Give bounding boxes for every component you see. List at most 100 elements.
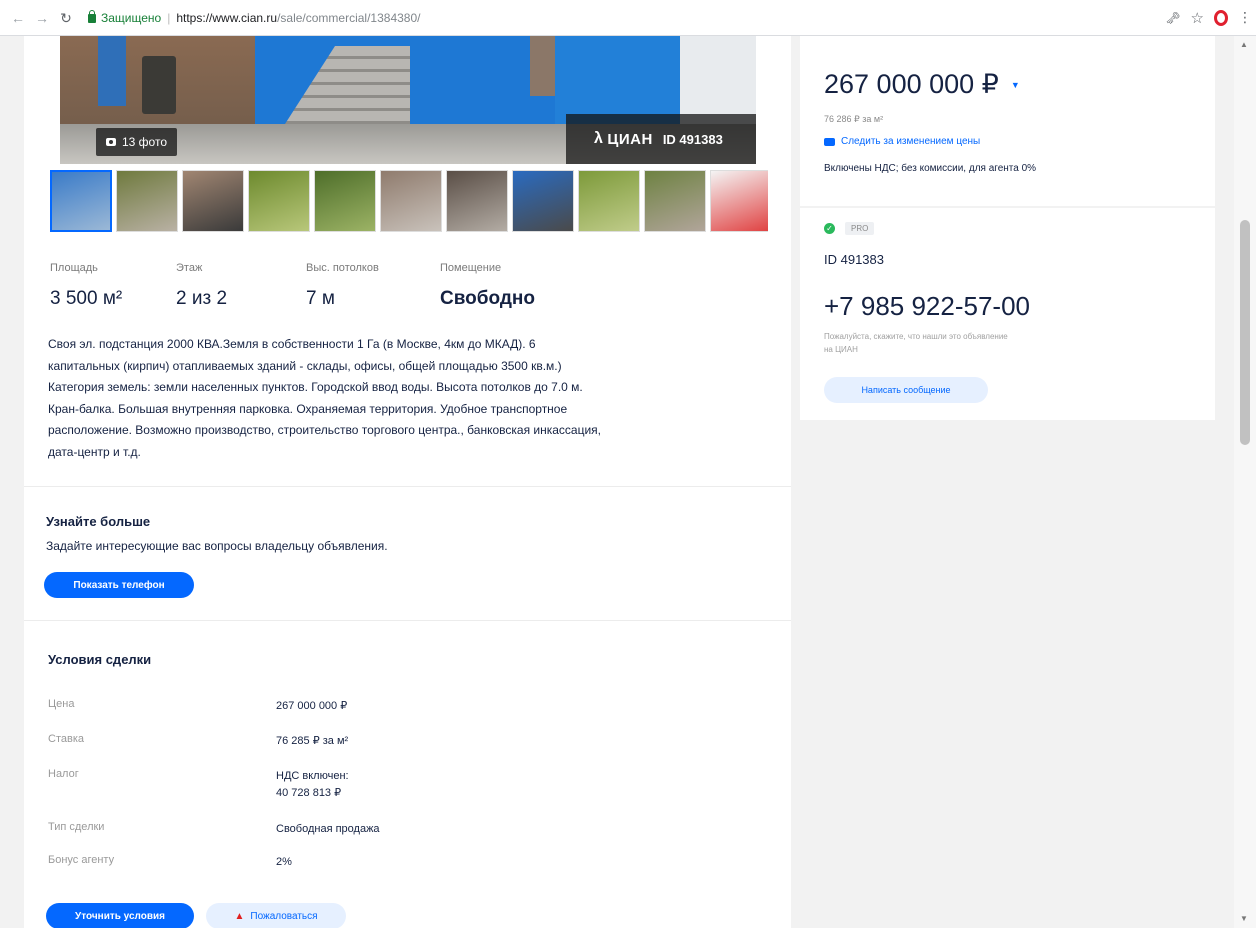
phone-hint: Пожалуйста, скажите, что нашли это объяв… [824,330,1124,356]
learn-more-title: Узнайте больше [46,514,151,529]
terms-value-line: 40 728 813 ₽ [276,787,342,799]
description-line: расположение. Возможно производство, стр… [48,423,601,437]
key-icon[interactable]: 🗝 [1165,11,1180,25]
price-value: 267 000 000 ₽ [824,69,999,99]
terms-value: 76 285 ₽ за м² [276,733,496,750]
opera-icon[interactable] [1214,9,1228,26]
photo-count-label: 13 фото [122,135,167,149]
fact-label: Помещение [440,262,502,274]
phone-number[interactable]: +7 985 922-57-00 [824,291,1030,322]
thumbnail-strip [50,170,768,234]
terms-value-line: 2% [276,856,292,868]
clarify-terms-button[interactable]: Уточнить условия [46,903,194,928]
price-block: 267 000 000 ₽ ▼ [824,69,1020,100]
url-separator: | [167,10,171,25]
terms-value: 267 000 000 ₽ [276,698,496,715]
description-line: Категория земель: земли населенных пункт… [48,380,583,394]
thumbnail[interactable] [182,170,244,232]
verified-check-icon: ✓ [824,223,835,234]
phone-hint-line: Пожалуйста, скажите, что нашли это объяв… [824,332,1008,341]
fact-value: 2 из 2 [176,288,228,309]
lock-icon [88,10,96,23]
menu-dots-icon[interactable]: ⋮ [1238,9,1252,26]
thumbnail[interactable] [380,170,442,232]
fact-item: Этаж 2 из 2 [176,262,306,310]
scrollbar-track[interactable] [1234,36,1256,928]
thumbnail[interactable] [446,170,508,232]
photo-count-badge[interactable]: 13 фото [96,128,177,156]
pro-row: ✓ PRO [824,222,875,235]
thumbnail[interactable] [116,170,178,232]
terms-label: Цена [48,698,75,710]
price-card: 267 000 000 ₽ ▼ 76 286 ₽ за м² Следить з… [800,36,1215,206]
chevron-down-icon[interactable]: ▼ [1011,80,1020,90]
agent-id[interactable]: ID 491383 [824,252,884,267]
fact-label: Выс. потолков [306,262,379,274]
description-line: Своя эл. подстанция 2000 КВА.Земля в соб… [48,337,536,351]
watermark-id: ID 491383 [662,131,723,147]
fact-label: Этаж [176,262,203,274]
terms-value: 2% [276,854,496,871]
address-bar[interactable]: Защищено | https://www.cian.ru /sale/com… [82,5,1155,31]
description-line: Кран-балка. Большая внутренняя парковка.… [48,401,568,416]
warning-icon: ▲ [234,910,245,922]
listing-main: 13 фото λ ЦИАН ID 491383 Площадь 3 500 м²… [24,36,791,928]
complain-label: Пожаловаться [250,910,318,922]
secure-label: Защищено [101,10,162,25]
fact-item: Помещение Свободно [440,262,590,310]
terms-label: Тип сделки [48,821,105,833]
terms-value-line: 267 000 000 ₽ [276,700,348,712]
scrollbar-thumb[interactable] [1240,220,1250,445]
follow-price-label: Следить за изменением цены [841,136,981,147]
cian-watermark: λ ЦИАН ID 491383 [566,114,756,164]
summary-facts: Площадь 3 500 м² Этаж 2 из 2 Выс. потолков 7 … [50,262,590,310]
pro-badge: PRO [845,222,875,235]
scroll-up-icon[interactable]: ▲ [1240,40,1248,49]
terms-label: Бонус агенту [48,854,115,866]
forward-icon[interactable]: → [34,10,50,26]
phone-hint-line: на ЦИАН [824,345,858,354]
show-phone-button[interactable]: Показать телефон [44,572,194,598]
divider [24,486,791,487]
cian-mark-icon: λ [594,130,604,147]
vat-note: Включены НДС; без комиссии, для агента 0… [824,163,1037,174]
thumbnail[interactable] [50,170,112,232]
fact-label: Площадь [50,262,98,274]
reload-icon[interactable]: ↻ [58,10,74,26]
contact-card: ✓ PRO ID 491383 +7 985 922-57-00 Пожалуй… [800,208,1215,420]
thumbnail[interactable] [710,170,768,232]
fact-value: 7 м [306,288,335,309]
fact-value: Свободно [440,288,535,309]
thumbnail[interactable] [314,170,376,232]
terms-title: Условия сделки [48,652,152,667]
back-icon[interactable]: ← [10,10,26,26]
thumbnail[interactable] [578,170,640,232]
thumbnail[interactable] [248,170,310,232]
terms-value-line: 76 285 ₽ за м² [276,735,349,747]
scroll-down-icon[interactable]: ▼ [1240,914,1248,923]
terms-label: Ставка [48,733,84,745]
write-message-button[interactable]: Написать сообщение [824,377,988,403]
terms-value: НДС включен: 40 728 813 ₽ [276,768,496,802]
fact-value: 3 500 м² [50,288,123,309]
cian-logo: λ ЦИАН [594,130,653,148]
thumbnail[interactable] [644,170,706,232]
url-path: /sale/commercial/1384380/ [277,10,421,25]
photo-pillar [98,36,126,106]
fact-item: Выс. потолков 7 м [306,262,440,310]
bookmark-star-icon[interactable]: ☆ [1191,9,1204,27]
follow-price-link[interactable]: Следить за изменением цены [824,136,980,147]
main-photo[interactable]: 13 фото λ ЦИАН ID 491383 [60,36,756,164]
terms-label: Налог [48,768,79,780]
photo-bin [142,56,176,114]
thumbnail[interactable] [512,170,574,232]
divider [24,620,791,621]
price-per-sqm: 76 286 ₽ за м² [824,114,884,124]
complain-button[interactable]: ▲ Пожаловаться [206,903,346,928]
description-line: капитальных (кирпич) отапливаемых зданий… [48,358,562,373]
cian-logo-text: ЦИАН [607,130,653,148]
fact-item: Площадь 3 500 м² [50,262,176,310]
description-line: дата-центр и т.д. [48,444,141,459]
learn-more-text: Задайте интересующие вас вопросы владель… [46,539,388,553]
terms-value: Свободная продажа [276,821,496,838]
